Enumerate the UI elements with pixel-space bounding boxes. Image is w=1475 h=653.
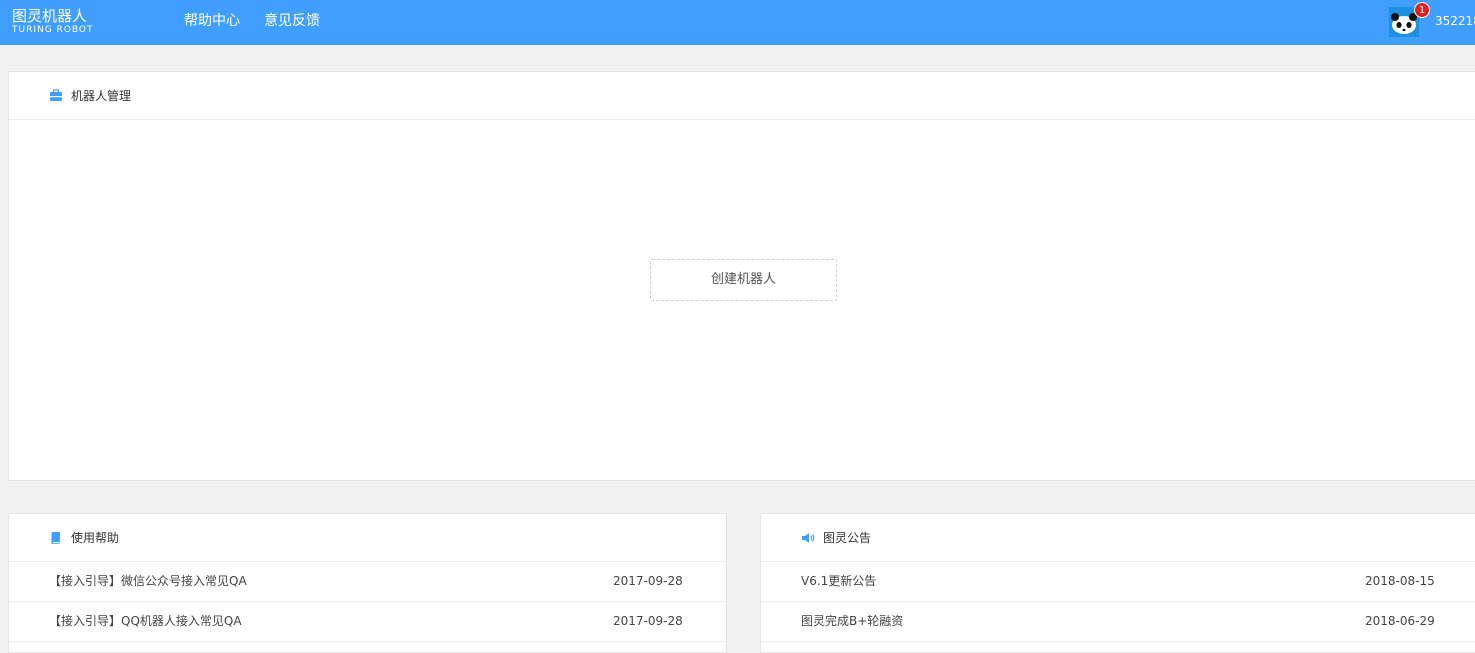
notice-list-item[interactable]: 图灵完成B+轮融资 2018-06-29: [761, 602, 1475, 642]
notice-item-date: 2018-08-15: [1365, 574, 1435, 588]
logo-english-text: TURING ROBOT: [12, 25, 94, 35]
help-panel-title: 使用帮助: [71, 531, 120, 545]
book-icon: [51, 532, 60, 544]
create-robot-button[interactable]: 创建机器人: [650, 259, 837, 301]
toolbox-icon: [50, 89, 62, 101]
logo-chinese-text: 图灵机器人: [12, 7, 88, 25]
notice-panel-title: 图灵公告: [823, 531, 872, 545]
help-item-date: 2017-09-28: [613, 614, 683, 628]
notice-item-title[interactable]: 图灵完成B+轮融资: [801, 613, 903, 629]
nav-help-center[interactable]: 帮助中心: [184, 12, 240, 30]
notice-item-title[interactable]: V6.1更新公告: [801, 573, 876, 589]
help-list-item[interactable]: 【接入引导】微信公众号接入常见QA 2017-09-28: [9, 562, 726, 602]
help-item-title[interactable]: 【接入引导】微信公众号接入常见QA: [49, 573, 247, 589]
nav-feedback[interactable]: 意见反馈: [264, 12, 320, 30]
announcement-panel: 图灵公告 V6.1更新公告 2018-08-15 图灵完成B+轮融资 2018-…: [760, 513, 1475, 653]
help-item-date: 2017-09-28: [613, 574, 683, 588]
notification-badge[interactable]: 1: [1414, 2, 1430, 18]
robot-panel-title: 机器人管理: [71, 89, 132, 103]
notice-list-item[interactable]: V6.1更新公告 2018-08-15: [761, 562, 1475, 602]
help-list-item[interactable]: 【接入引导】QQ机器人接入常见QA 2017-09-28: [9, 602, 726, 642]
notice-panel-header: 图灵公告: [761, 514, 1475, 562]
usage-help-panel: 使用帮助 【接入引导】微信公众号接入常见QA 2017-09-28 【接入引导】…: [8, 513, 727, 653]
top-navigation-bar: 图灵机器人 TURING ROBOT 帮助中心 意见反馈 1 352218: [0, 0, 1475, 45]
turing-robot-logo[interactable]: 图灵机器人 TURING ROBOT: [12, 7, 94, 38]
help-item-title[interactable]: 【接入引导】QQ机器人接入常见QA: [49, 613, 242, 629]
speaker-icon: [802, 533, 815, 543]
help-panel-header: 使用帮助: [9, 514, 726, 562]
notice-item-date: 2018-06-29: [1365, 614, 1435, 628]
robot-panel-header: 机器人管理: [9, 72, 1475, 120]
robot-management-panel: 机器人管理 创建机器人: [8, 71, 1475, 481]
username-label[interactable]: 352218: [1435, 13, 1475, 29]
